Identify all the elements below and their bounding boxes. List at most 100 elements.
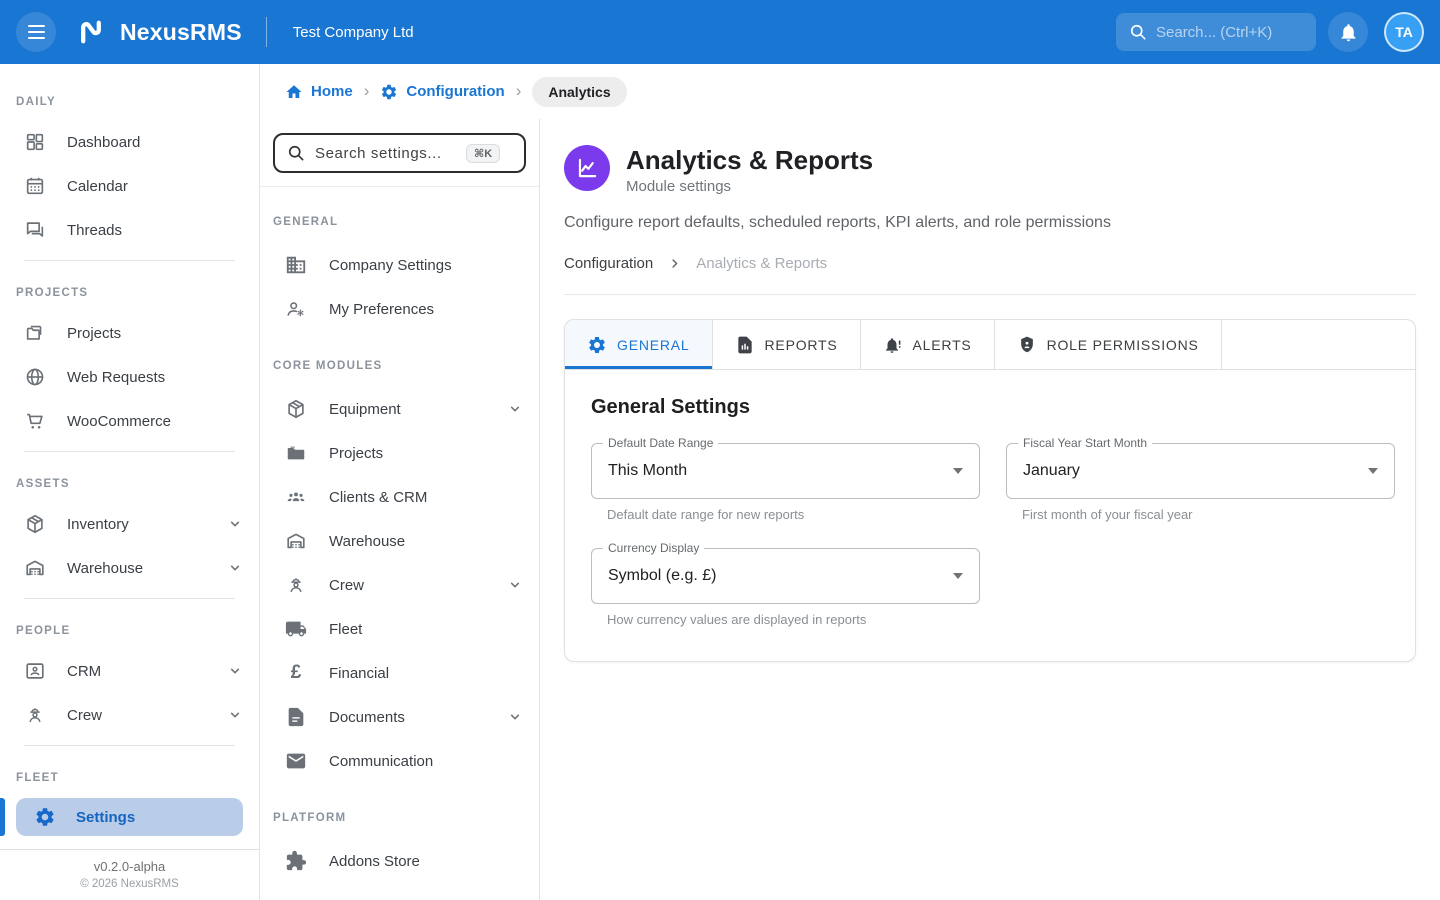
sidebar-item-settings[interactable]: Settings <box>16 798 243 836</box>
settings-sidebar: ⌘K GENERAL Company Settings My Preferenc… <box>260 119 540 900</box>
module-breadcrumb-parent[interactable]: Configuration <box>564 255 653 272</box>
page-description: Configure report defaults, scheduled rep… <box>564 214 1416 232</box>
chevron-down-icon <box>225 558 245 578</box>
settings-item-warehouse[interactable]: Warehouse <box>260 519 539 563</box>
sidebar-item-warehouse[interactable]: Warehouse <box>0 546 259 590</box>
sidebar-divider <box>24 260 235 261</box>
settings-item-label: My Preferences <box>329 301 434 318</box>
sidebar-item-web-requests[interactable]: Web Requests <box>0 355 259 399</box>
settings-item-my-preferences[interactable]: My Preferences <box>260 287 539 331</box>
gear-icon <box>380 83 398 101</box>
search-icon <box>286 143 306 163</box>
settings-card: GENERAL REPORTS ALERTS ROLE PERMISS <box>564 319 1416 662</box>
settings-search-input[interactable] <box>315 145 457 162</box>
settings-item-label: Company Settings <box>329 257 452 274</box>
settings-item-label: Documents <box>329 709 405 726</box>
field-helper: Default date range for new reports <box>607 507 980 522</box>
sidebar-item-dashboard[interactable]: Dashboard <box>0 120 259 164</box>
sidebar-item-label: Inventory <box>67 516 129 533</box>
sidebar-item-crm[interactable]: CRM <box>0 649 259 693</box>
tab-general[interactable]: GENERAL <box>565 320 713 369</box>
person-gear-icon <box>285 298 307 320</box>
tab-role-permissions[interactable]: ROLE PERMISSIONS <box>995 320 1222 369</box>
sidebar-item-crew[interactable]: Crew <box>0 693 259 737</box>
notifications-button[interactable] <box>1328 12 1368 52</box>
global-search-input[interactable] <box>1156 24 1306 41</box>
tab-label: ROLE PERMISSIONS <box>1047 337 1199 353</box>
breadcrumb-home[interactable]: Home <box>285 83 353 101</box>
pound-icon <box>285 662 307 684</box>
default-date-range-select[interactable]: Default Date Range This Month <box>591 443 980 499</box>
settings-item-communication[interactable]: Communication <box>260 739 539 783</box>
sidebar-divider <box>24 745 235 746</box>
currency-display-select[interactable]: Currency Display Symbol (e.g. £) <box>591 548 980 604</box>
truck-icon <box>285 618 307 640</box>
app-name: NexusRMS <box>120 19 242 46</box>
settings-item-label: Crew <box>329 577 364 594</box>
sidebar-item-threads[interactable]: Threads <box>0 208 259 252</box>
chevron-down-icon <box>225 661 245 681</box>
chevron-down-icon <box>505 399 525 419</box>
settings-item-fleet[interactable]: Fleet <box>260 607 539 651</box>
warehouse-icon <box>285 530 307 552</box>
sidebar-item-label: Dashboard <box>67 134 140 151</box>
sidebar-item-label: Warehouse <box>67 560 143 577</box>
warehouse-icon <box>24 557 46 579</box>
main-content: Analytics & Reports Module settings Conf… <box>540 119 1440 900</box>
module-icon <box>564 145 610 191</box>
section-title: General Settings <box>591 396 1389 419</box>
tab-bar: GENERAL REPORTS ALERTS ROLE PERMISS <box>565 320 1415 370</box>
settings-section-core-modules: CORE MODULES <box>260 331 539 387</box>
gear-icon <box>34 806 56 828</box>
settings-item-documents[interactable]: Documents <box>260 695 539 739</box>
breadcrumb-current: Analytics <box>532 77 626 107</box>
tab-alerts[interactable]: ALERTS <box>861 320 995 369</box>
breadcrumb-separator <box>516 82 522 101</box>
chevron-down-icon <box>225 705 245 725</box>
copyright-label: © 2026 NexusRMS <box>0 878 259 890</box>
breadcrumb-separator <box>364 82 370 101</box>
module-breadcrumb-current: Analytics & Reports <box>696 255 827 272</box>
line-chart-icon <box>574 155 600 181</box>
page-subtitle: Module settings <box>626 178 873 195</box>
avatar[interactable]: TA <box>1384 12 1424 52</box>
settings-section-general: GENERAL <box>260 187 539 243</box>
folder-icon <box>24 322 46 344</box>
sidebar-item-label: Calendar <box>67 178 128 195</box>
breadcrumb: Home Configuration Analytics <box>260 64 1440 119</box>
sidebar-item-label: Threads <box>67 222 122 239</box>
breadcrumb-configuration[interactable]: Configuration <box>380 83 504 101</box>
sidebar-footer: v0.2.0-alpha © 2026 NexusRMS <box>0 849 259 900</box>
settings-item-financial[interactable]: Financial <box>260 651 539 695</box>
settings-item-projects[interactable]: Projects <box>260 431 539 475</box>
sidebar-section-daily: DAILY <box>0 78 259 120</box>
settings-item-company-settings[interactable]: Company Settings <box>260 243 539 287</box>
global-search[interactable] <box>1116 13 1316 51</box>
box-icon <box>285 398 307 420</box>
report-icon <box>735 335 755 355</box>
shield-icon <box>1017 335 1037 355</box>
fiscal-year-start-month-select[interactable]: Fiscal Year Start Month January <box>1006 443 1395 499</box>
sidebar-item-inventory[interactable]: Inventory <box>0 502 259 546</box>
sidebar-item-calendar[interactable]: Calendar <box>0 164 259 208</box>
header-divider <box>266 17 267 47</box>
sidebar-section-assets: ASSETS <box>0 460 259 502</box>
breadcrumb-configuration-label: Configuration <box>406 83 504 100</box>
module-breadcrumb: Configuration Analytics & Reports <box>564 255 1416 272</box>
settings-item-clients-crm[interactable]: Clients & CRM <box>260 475 539 519</box>
version-label: v0.2.0-alpha <box>0 859 259 874</box>
sidebar-pinned-area: Settings v0.2.0-alpha © 2026 NexusRMS <box>0 789 259 900</box>
home-icon <box>285 83 303 101</box>
sidebar-item-projects[interactable]: Projects <box>0 311 259 355</box>
settings-item-equipment[interactable]: Equipment <box>260 387 539 431</box>
document-icon <box>285 706 307 728</box>
menu-button[interactable] <box>16 12 56 52</box>
settings-item-addons-store[interactable]: Addons Store <box>260 839 539 883</box>
sidebar-item-label: Settings <box>76 809 135 826</box>
sidebar-item-woocommerce[interactable]: WooCommerce <box>0 399 259 443</box>
settings-item-crew[interactable]: Crew <box>260 563 539 607</box>
tab-reports[interactable]: REPORTS <box>713 320 861 369</box>
sidebar-divider <box>24 451 235 452</box>
settings-search[interactable]: ⌘K <box>273 133 526 173</box>
hamburger-icon <box>28 25 45 39</box>
